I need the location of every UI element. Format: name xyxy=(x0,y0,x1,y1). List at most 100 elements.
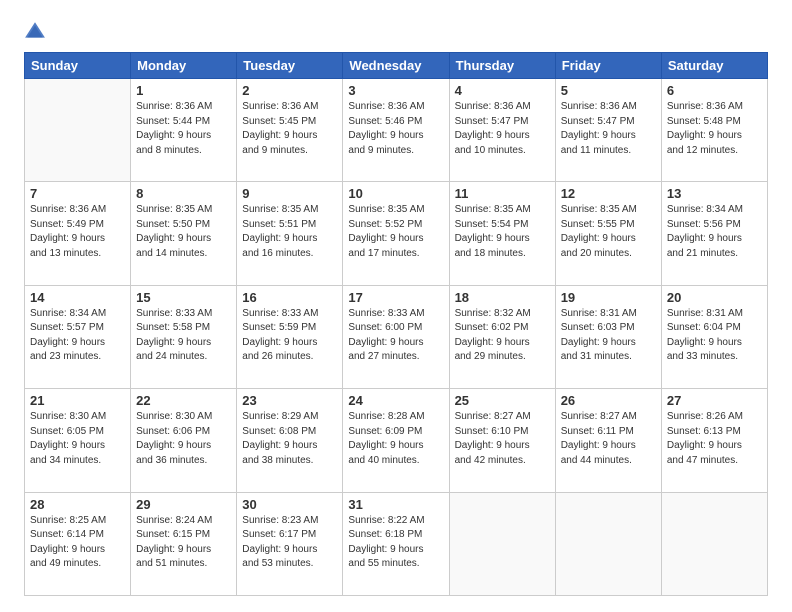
sunset-text: Sunset: 6:17 PM xyxy=(242,528,337,543)
day-cell: 23Sunrise: 8:29 AMSunset: 6:08 PMDayligh… xyxy=(237,389,343,492)
sunset-text: Sunset: 5:56 PM xyxy=(667,218,762,233)
sunset-text: Sunset: 5:46 PM xyxy=(348,115,443,130)
day-info: Sunrise: 8:33 AMSunset: 5:58 PMDaylight:… xyxy=(136,307,231,365)
day-info: Sunrise: 8:34 AMSunset: 5:57 PMDaylight:… xyxy=(30,307,125,365)
day-cell: 20Sunrise: 8:31 AMSunset: 6:04 PMDayligh… xyxy=(661,285,767,388)
daylight-hours-text: Daylight: 9 hours xyxy=(561,232,656,247)
weekday-header-tuesday: Tuesday xyxy=(237,53,343,79)
day-cell: 6Sunrise: 8:36 AMSunset: 5:48 PMDaylight… xyxy=(661,79,767,182)
daylight-hours-text: Daylight: 9 hours xyxy=(667,439,762,454)
daylight-hours-text: Daylight: 9 hours xyxy=(348,543,443,558)
daylight-hours-text: Daylight: 9 hours xyxy=(455,439,550,454)
sunset-text: Sunset: 6:05 PM xyxy=(30,425,125,440)
day-cell: 4Sunrise: 8:36 AMSunset: 5:47 PMDaylight… xyxy=(449,79,555,182)
daylight-minutes-text: and 8 minutes. xyxy=(136,144,231,159)
sunrise-text: Sunrise: 8:36 AM xyxy=(348,100,443,115)
day-number: 21 xyxy=(30,393,125,408)
week-row-3: 14Sunrise: 8:34 AMSunset: 5:57 PMDayligh… xyxy=(25,285,768,388)
daylight-minutes-text: and 16 minutes. xyxy=(242,247,337,262)
sunset-text: Sunset: 6:14 PM xyxy=(30,528,125,543)
sunrise-text: Sunrise: 8:24 AM xyxy=(136,514,231,529)
daylight-minutes-text: and 27 minutes. xyxy=(348,350,443,365)
weekday-header-monday: Monday xyxy=(131,53,237,79)
sunset-text: Sunset: 6:02 PM xyxy=(455,321,550,336)
day-number: 27 xyxy=(667,393,762,408)
weekday-header-thursday: Thursday xyxy=(449,53,555,79)
day-number: 22 xyxy=(136,393,231,408)
day-cell: 14Sunrise: 8:34 AMSunset: 5:57 PMDayligh… xyxy=(25,285,131,388)
day-number: 11 xyxy=(455,186,550,201)
daylight-hours-text: Daylight: 9 hours xyxy=(136,129,231,144)
sunrise-text: Sunrise: 8:36 AM xyxy=(30,203,125,218)
daylight-minutes-text: and 38 minutes. xyxy=(242,454,337,469)
sunset-text: Sunset: 5:48 PM xyxy=(667,115,762,130)
sunset-text: Sunset: 5:55 PM xyxy=(561,218,656,233)
sunset-text: Sunset: 6:06 PM xyxy=(136,425,231,440)
day-cell: 11 Sunrise: 8:35 AMSunset: 5:54 PMDayligh… xyxy=(449,182,555,285)
sunset-text: Sunset: 6:10 PM xyxy=(455,425,550,440)
sunrise-text: Sunrise: 8:27 AM xyxy=(455,410,550,425)
day-number: 24 xyxy=(348,393,443,408)
day-info: Sunrise: 8:27 AMSunset: 6:10 PMDaylight:… xyxy=(455,410,550,468)
sunrise-text: Sunrise: 8:35 AM xyxy=(136,203,231,218)
day-number: 7 xyxy=(30,186,125,201)
day-number: 31 xyxy=(348,497,443,512)
daylight-hours-text: Daylight: 9 hours xyxy=(455,129,550,144)
daylight-minutes-text: and 29 minutes. xyxy=(455,350,550,365)
weekday-header-row: SundayMondayTuesdayWednesdayThursdayFrid… xyxy=(25,53,768,79)
day-info: Sunrise: 8:32 AMSunset: 6:02 PMDaylight:… xyxy=(455,307,550,365)
day-info: Sunrise: 8:30 AMSunset: 6:05 PMDaylight:… xyxy=(30,410,125,468)
sunset-text: Sunset: 6:04 PM xyxy=(667,321,762,336)
day-info: Sunrise: 8:23 AMSunset: 6:17 PMDaylight:… xyxy=(242,514,337,572)
sunset-text: Sunset: 6:15 PM xyxy=(136,528,231,543)
day-info: Sunrise: 8:36 AMSunset: 5:48 PMDaylight:… xyxy=(667,100,762,158)
sunrise-text: Sunrise: 8:35 AM xyxy=(348,203,443,218)
sunset-text: Sunset: 5:57 PM xyxy=(30,321,125,336)
day-info: Sunrise: 8:36 AMSunset: 5:45 PMDaylight:… xyxy=(242,100,337,158)
daylight-minutes-text: and 24 minutes. xyxy=(136,350,231,365)
sunrise-text: Sunrise: 8:28 AM xyxy=(348,410,443,425)
sunrise-text: Sunrise: 8:31 AM xyxy=(561,307,656,322)
day-number: 15 xyxy=(136,290,231,305)
day-number: 2 xyxy=(242,83,337,98)
daylight-minutes-text: and 42 minutes. xyxy=(455,454,550,469)
sunrise-text: Sunrise: 8:36 AM xyxy=(667,100,762,115)
daylight-minutes-text: and 53 minutes. xyxy=(242,557,337,572)
sunset-text: Sunset: 5:44 PM xyxy=(136,115,231,130)
daylight-hours-text: Daylight: 9 hours xyxy=(667,232,762,247)
day-cell: 19Sunrise: 8:31 AMSunset: 6:03 PMDayligh… xyxy=(555,285,661,388)
week-row-5: 28Sunrise: 8:25 AMSunset: 6:14 PMDayligh… xyxy=(25,492,768,595)
daylight-minutes-text: and 10 minutes. xyxy=(455,144,550,159)
day-cell: 3Sunrise: 8:36 AMSunset: 5:46 PMDaylight… xyxy=(343,79,449,182)
sunset-text: Sunset: 5:49 PM xyxy=(30,218,125,233)
day-cell xyxy=(661,492,767,595)
sunrise-text: Sunrise: 8:30 AM xyxy=(30,410,125,425)
daylight-minutes-text: and 11 minutes. xyxy=(561,144,656,159)
day-cell: 7 Sunrise: 8:36 AMSunset: 5:49 PMDaylight… xyxy=(25,182,131,285)
day-number: 17 xyxy=(348,290,443,305)
day-number: 13 xyxy=(667,186,762,201)
sunrise-text: Sunrise: 8:36 AM xyxy=(455,100,550,115)
sunrise-text: Sunrise: 8:26 AM xyxy=(667,410,762,425)
day-info: Sunrise: 8:22 AMSunset: 6:18 PMDaylight:… xyxy=(348,514,443,572)
sunset-text: Sunset: 5:50 PM xyxy=(136,218,231,233)
daylight-minutes-text: and 12 minutes. xyxy=(667,144,762,159)
day-info: Sunrise: 8:27 AMSunset: 6:11 PMDaylight:… xyxy=(561,410,656,468)
day-cell: 29Sunrise: 8:24 AMSunset: 6:15 PMDayligh… xyxy=(131,492,237,595)
sunrise-text: Sunrise: 8:30 AM xyxy=(136,410,231,425)
day-info: Sunrise: 8:35 AMSunset: 5:54 PMDaylight:… xyxy=(455,203,550,261)
day-cell: 22Sunrise: 8:30 AMSunset: 6:06 PMDayligh… xyxy=(131,389,237,492)
day-number: 3 xyxy=(348,83,443,98)
day-cell xyxy=(449,492,555,595)
daylight-hours-text: Daylight: 9 hours xyxy=(242,232,337,247)
day-cell xyxy=(555,492,661,595)
sunrise-text: Sunrise: 8:29 AM xyxy=(242,410,337,425)
day-info: Sunrise: 8:36 AMSunset: 5:49 PMDaylight:… xyxy=(30,203,125,261)
sunrise-text: Sunrise: 8:36 AM xyxy=(561,100,656,115)
day-info: Sunrise: 8:35 AMSunset: 5:51 PMDaylight:… xyxy=(242,203,337,261)
daylight-minutes-text: and 31 minutes. xyxy=(561,350,656,365)
daylight-hours-text: Daylight: 9 hours xyxy=(455,232,550,247)
sunrise-text: Sunrise: 8:33 AM xyxy=(136,307,231,322)
daylight-hours-text: Daylight: 9 hours xyxy=(348,439,443,454)
sunrise-text: Sunrise: 8:35 AM xyxy=(242,203,337,218)
